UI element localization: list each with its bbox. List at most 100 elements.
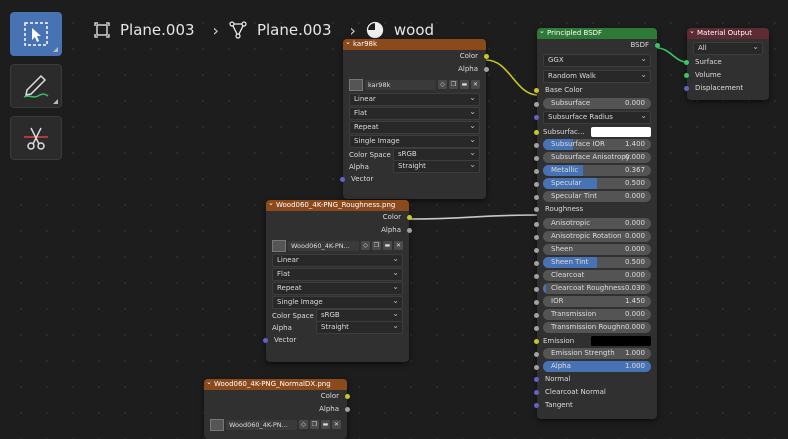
socket-anisotropic[interactable]	[534, 222, 539, 227]
interpolation-dropdown[interactable]: Linear	[272, 253, 403, 267]
material-output-node[interactable]: Material Output All Surface Volume Displ…	[684, 28, 769, 100]
socket-specular[interactable]	[534, 182, 539, 187]
node-header[interactable]: Wood060_4K-PNG_NormalDX.png	[204, 379, 347, 390]
duplicate-icon[interactable]: ❐	[372, 241, 381, 250]
specular-field[interactable]: Specular 0.500	[543, 178, 651, 189]
socket-color[interactable]	[407, 215, 412, 220]
image-name-field[interactable]: Wood060_4K-PN...	[288, 240, 359, 251]
close-icon[interactable]: ✕	[394, 241, 403, 250]
alpha-mode-dropdown[interactable]: Straight	[393, 159, 480, 173]
duplicate-icon[interactable]: ❐	[449, 80, 458, 89]
projection-dropdown[interactable]: Flat	[349, 106, 480, 120]
socket-transmission[interactable]	[534, 313, 539, 318]
image-name-field[interactable]: Wood060_4K-PN...	[226, 419, 297, 430]
socket-roughness[interactable]	[534, 207, 539, 212]
socket-clearcoat-normal[interactable]	[534, 390, 539, 395]
subsurface-field[interactable]: Subsurface 0.000	[543, 98, 651, 109]
interpolation-dropdown[interactable]: Linear	[349, 92, 480, 106]
clearcoat-field[interactable]: Clearcoat 0.000	[543, 270, 651, 281]
folder-icon[interactable]: ▬	[460, 80, 469, 89]
projection-dropdown[interactable]: Flat	[272, 267, 403, 281]
socket-emission[interactable]	[534, 339, 539, 344]
image-texture-node-normal[interactable]: Wood060_4K-PNG_NormalDX.png Color Alpha …	[204, 379, 350, 439]
socket-alpha[interactable]	[345, 407, 350, 412]
node-header[interactable]: kar98k	[343, 39, 486, 50]
socket-subsurface[interactable]	[534, 102, 539, 107]
image-thumbnail[interactable]	[272, 239, 286, 252]
socket-tangent[interactable]	[534, 403, 539, 408]
socket-color[interactable]	[345, 394, 350, 399]
subsurface-color-swatch[interactable]	[591, 126, 651, 137]
alpha-mode-dropdown[interactable]: Straight	[316, 320, 403, 334]
socket-bsdf[interactable]	[655, 43, 660, 48]
image-thumbnail[interactable]	[210, 418, 224, 431]
image-name-field[interactable]: kar98k	[365, 79, 436, 90]
socket-color[interactable]	[484, 54, 489, 59]
extension-dropdown[interactable]: Repeat	[272, 281, 403, 295]
image-selector[interactable]: Wood060_4K-PN... ◇ ❐ ▬ ✕	[272, 239, 403, 252]
socket-metallic[interactable]	[534, 169, 539, 174]
socket-specular-tint[interactable]	[534, 195, 539, 200]
node-header[interactable]: Material Output	[687, 28, 769, 39]
alpha-field[interactable]: Alpha 1.000	[543, 361, 651, 372]
close-icon[interactable]: ✕	[471, 80, 480, 89]
anisotropic-field[interactable]: Anisotropic 0.000	[543, 218, 651, 229]
socket-sheen[interactable]	[534, 248, 539, 253]
subsurface-anisotropy-field[interactable]: Subsurface Anisotropy 0.000	[543, 152, 651, 163]
socket-alpha[interactable]	[407, 228, 412, 233]
socket-clearcoat[interactable]	[534, 274, 539, 279]
socket-base-color[interactable]	[534, 88, 539, 93]
select-box-tool[interactable]	[10, 12, 62, 56]
source-dropdown[interactable]: Single Image	[272, 295, 403, 309]
ior-field[interactable]: IOR 1.450	[543, 296, 651, 307]
socket-normal[interactable]	[534, 377, 539, 382]
socket-displacement[interactable]	[684, 86, 689, 91]
socket-vector[interactable]	[263, 338, 268, 343]
principled-bsdf-node[interactable]: Principled BSDF BSDF GGX Random Walk Bas…	[534, 28, 660, 419]
target-dropdown[interactable]: All	[693, 41, 763, 55]
subsurface-method-dropdown[interactable]: Random Walk	[543, 69, 651, 83]
breadcrumb-material[interactable]: wood	[366, 21, 434, 39]
image-texture-node-roughness[interactable]: Wood060_4K-PNG_Roughness.png Color Alpha…	[263, 200, 412, 362]
subsurface-ior-field[interactable]: Subsurface IOR 1.400	[543, 139, 651, 150]
sheen-tint-field[interactable]: Sheen Tint 0.500	[543, 257, 651, 268]
transmission-field[interactable]: Transmission 0.000	[543, 309, 651, 320]
socket-sheen-tint[interactable]	[534, 261, 539, 266]
anisotropic-rotation-field[interactable]: Anisotropic Rotation 0.000	[543, 231, 651, 242]
transmission-roughn-field[interactable]: Transmission Roughn 0.000	[543, 322, 651, 333]
close-icon[interactable]: ✕	[332, 420, 341, 429]
socket-subsurface-ior[interactable]	[534, 143, 539, 148]
breadcrumb-object[interactable]: Plane.003	[94, 21, 195, 39]
duplicate-icon[interactable]: ❐	[310, 420, 319, 429]
clearcoat-roughness-field[interactable]: Clearcoat Roughness 0.030	[543, 283, 651, 294]
socket-emission-strength[interactable]	[534, 352, 539, 357]
specular-tint-field[interactable]: Specular Tint 0.000	[543, 191, 651, 202]
socket-vector[interactable]	[340, 177, 345, 182]
annotate-tool[interactable]	[10, 64, 62, 108]
socket-alpha[interactable]	[484, 67, 489, 72]
links-cut-tool[interactable]	[10, 116, 62, 160]
socket-surface[interactable]	[684, 60, 689, 65]
distribution-dropdown[interactable]: GGX	[543, 53, 651, 67]
socket-anisotropic-rotation[interactable]	[534, 235, 539, 240]
subsurface-radius-dropdown[interactable]: Subsurface Radius	[543, 110, 651, 124]
socket-alpha[interactable]	[534, 365, 539, 370]
node-header[interactable]: Wood060_4K-PNG_Roughness.png	[266, 200, 409, 211]
node-header[interactable]: Principled BSDF	[537, 28, 657, 39]
shield-icon[interactable]: ◇	[438, 80, 447, 89]
extension-dropdown[interactable]: Repeat	[349, 120, 480, 134]
folder-icon[interactable]: ▬	[321, 420, 330, 429]
image-selector[interactable]: Wood060_4K-PN... ◇ ❐ ▬ ✕	[210, 418, 341, 431]
socket-volume[interactable]	[684, 73, 689, 78]
image-selector[interactable]: kar98k ◇ ❐ ▬ ✕	[349, 78, 480, 91]
shield-icon[interactable]: ◇	[361, 241, 370, 250]
socket-subsurface-color[interactable]	[534, 130, 539, 135]
socket-clearcoat-roughness[interactable]	[534, 287, 539, 292]
image-thumbnail[interactable]	[349, 78, 363, 91]
socket-transmission-roughn[interactable]	[534, 326, 539, 331]
sheen-field[interactable]: Sheen 0.000	[543, 244, 651, 255]
metallic-field[interactable]: Metallic 0.367	[543, 165, 651, 176]
breadcrumb-mesh[interactable]: Plane.003	[229, 21, 332, 39]
socket-ior[interactable]	[534, 300, 539, 305]
emission-color-swatch[interactable]	[591, 335, 651, 346]
